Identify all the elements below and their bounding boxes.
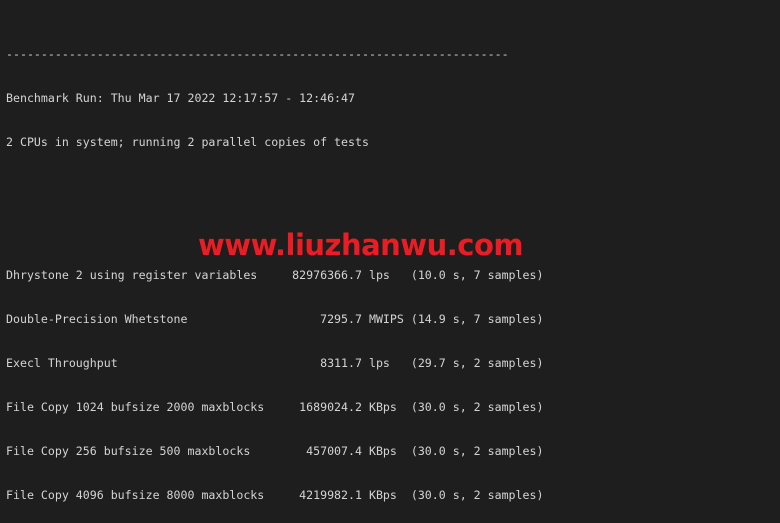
raw-result-row: Execl Throughput 8311.7 lps (29.7 s, 2 s… xyxy=(6,355,544,370)
raw-result-row: Dhrystone 2 using register variables 829… xyxy=(6,267,544,282)
terminal-window: ----------------------------------------… xyxy=(0,0,780,523)
raw-result-row: File Copy 4096 bufsize 8000 maxblocks 42… xyxy=(6,488,544,503)
cpu-count-line: 2 CPUs in system; running 2 parallel cop… xyxy=(6,135,369,150)
benchmark-run-line: Benchmark Run: Thu Mar 17 2022 12:17:57 … xyxy=(6,91,356,106)
terminal-output: ----------------------------------------… xyxy=(6,3,543,523)
raw-result-row: File Copy 256 bufsize 500 maxblocks 4570… xyxy=(6,443,544,458)
top-rule: ----------------------------------------… xyxy=(6,47,509,62)
raw-result-row: Double-Precision Whetstone 7295.7 MWIPS … xyxy=(6,311,544,326)
raw-results-block: Dhrystone 2 using register variables 829… xyxy=(6,238,543,523)
raw-result-row: File Copy 1024 bufsize 2000 maxblocks 16… xyxy=(6,399,544,414)
